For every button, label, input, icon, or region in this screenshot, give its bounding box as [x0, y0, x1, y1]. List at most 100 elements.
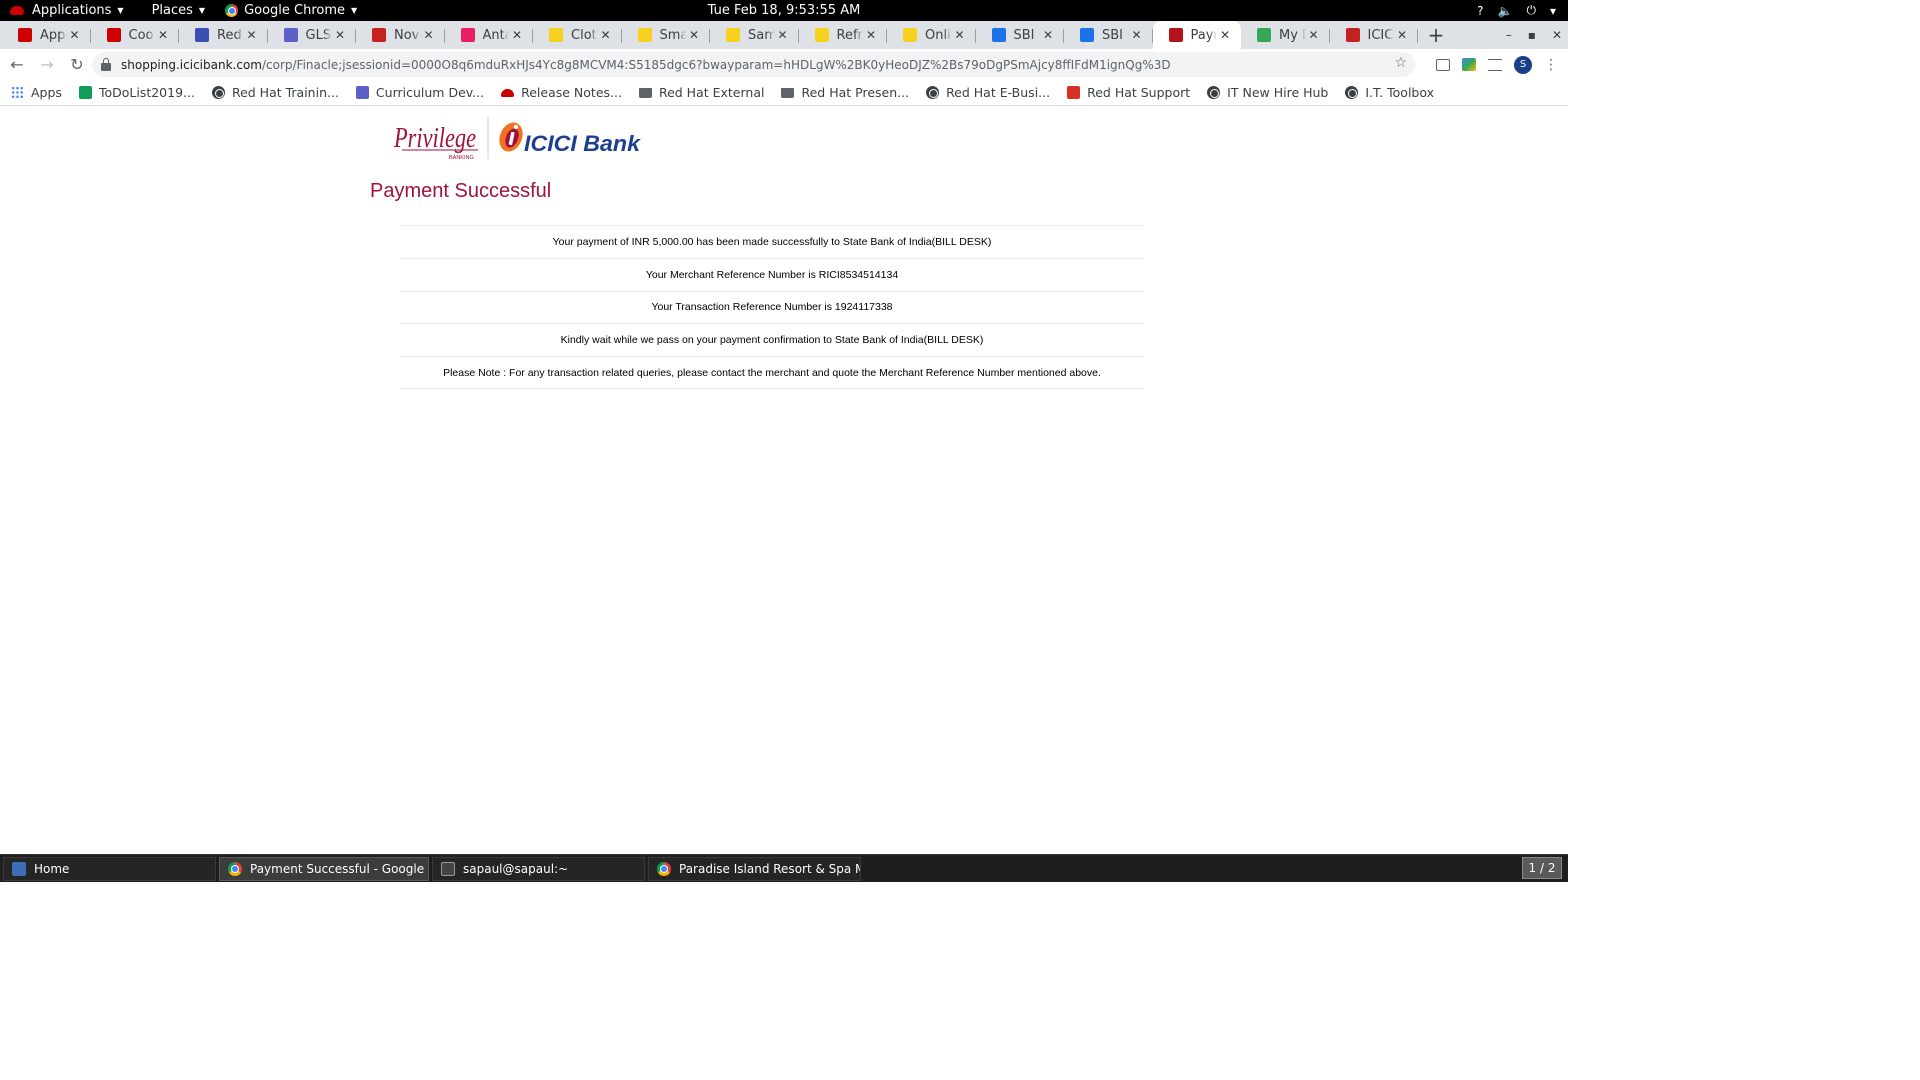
gmail-icon — [1345, 28, 1360, 42]
browser-tab[interactable]: Red Hat Calendar✕ — [179, 21, 268, 49]
tab-title: Antara — [482, 27, 510, 43]
browser-tab[interactable]: Novell✕ — [356, 21, 445, 49]
browser-tab[interactable]: Cool Stuff✕ — [91, 21, 179, 49]
tab-strip: Apps - Red Hat✕Cool Stuff✕Red Hat Calend… — [0, 21, 1568, 49]
close-tab-icon[interactable]: ✕ — [598, 28, 614, 42]
browser-app-menu[interactable]: Google Chrome ▼ — [219, 0, 363, 21]
globe-icon — [1207, 86, 1221, 99]
bookmark-label: Red Hat External — [658, 85, 765, 100]
close-tab-icon[interactable]: ✕ — [155, 28, 171, 42]
bookmark-item[interactable]: Red Hat E-Busi... — [926, 85, 1050, 100]
window-controls: – ▪ ✕ — [1506, 21, 1562, 49]
new-tab-button[interactable]: + — [1422, 21, 1450, 49]
close-tab-icon[interactable]: ✕ — [952, 28, 968, 42]
flipkart-icon — [726, 28, 740, 42]
redhat-icon — [106, 28, 121, 42]
message-row: Kindly wait while we pass on your paymen… — [400, 323, 1144, 356]
browser-tab[interactable]: SBI Card✕ — [1064, 21, 1153, 49]
power-icon[interactable]: ⏻ — [1526, 3, 1536, 18]
close-tab-icon[interactable]: ✕ — [421, 28, 437, 42]
gnome-top-bar: Applications ▼ Places ▼ Google Chrome ▼ … — [0, 0, 1568, 21]
browser-tab[interactable]: My Drive✕ — [1241, 21, 1330, 49]
page-title: Payment Successful — [370, 180, 552, 202]
globe-icon — [926, 86, 940, 99]
extension-icon[interactable] — [1436, 58, 1450, 71]
workspace-switcher[interactable]: 1 / 2 — [1522, 857, 1562, 879]
lock-icon[interactable] — [101, 57, 111, 71]
browser-tab[interactable]: SBI Credit✕ — [976, 21, 1064, 49]
calendar-icon — [195, 28, 209, 42]
photos-extension-icon[interactable] — [1462, 58, 1476, 71]
tab-title: Novell — [394, 27, 421, 43]
taskbar-window-label: Home — [34, 861, 70, 876]
applications-menu[interactable]: Applications ▼ — [4, 0, 130, 21]
bookmark-label: Red Hat Trainin... — [231, 85, 339, 100]
browser-tab[interactable]: ICICI Bank✕ — [1330, 21, 1418, 49]
volume-icon[interactable]: 🔈 — [1498, 4, 1513, 18]
profile-avatar[interactable]: S — [1514, 55, 1532, 74]
close-tab-icon[interactable]: ✕ — [332, 28, 348, 42]
forward-button[interactable]: → — [34, 52, 60, 78]
browser-tab[interactable]: GLS Wiki✕ — [268, 21, 356, 49]
globe-icon — [1345, 86, 1359, 99]
bookmark-item[interactable]: I.T. Toolbox — [1345, 85, 1434, 100]
close-tab-icon[interactable]: ✕ — [1129, 28, 1145, 42]
taskbar-window-button[interactable]: Paradise Island Resort & Spa Mald... — [648, 856, 861, 881]
places-menu-label: Places — [151, 3, 193, 18]
system-tray[interactable]: ? 🔈 ⏻ ▾ — [1477, 0, 1556, 21]
back-button[interactable]: ← — [4, 52, 30, 78]
taskbar-window-button[interactable]: Payment Successful - Google Chr... — [219, 856, 429, 881]
address-bar[interactable]: shopping.icicibank.com/corp/Finacle;jses… — [92, 52, 1415, 77]
browser-toolbar: ← → ↻ shopping.icicibank.com/corp/Finacl… — [0, 49, 1568, 80]
close-window-button[interactable]: ✕ — [1552, 28, 1562, 42]
minimize-button[interactable]: – — [1506, 28, 1512, 42]
browser-tab[interactable]: Online✕ — [887, 21, 976, 49]
browser-tab[interactable]: Smartwatch✕ — [622, 21, 710, 49]
chevron-down-icon: ▼ — [117, 6, 124, 15]
sbi-icon — [991, 28, 1006, 42]
bookmark-item[interactable]: Release Notes... — [501, 85, 622, 100]
bookmark-label: Curriculum Dev... — [375, 85, 485, 100]
sheet-icon — [78, 86, 92, 99]
menu-kebab-icon[interactable]: ⋮ — [1544, 57, 1558, 73]
help-icon[interactable]: ? — [1477, 4, 1483, 18]
bookmark-item[interactable]: IT New Hire Hub — [1207, 85, 1328, 100]
media-control-icon[interactable] — [1488, 58, 1502, 71]
browser-tab[interactable]: Antara✕ — [445, 21, 533, 49]
bookmark-item[interactable]: Red Hat Presen... — [781, 85, 909, 100]
bookmark-item[interactable]: Curriculum Dev... — [355, 85, 485, 100]
bank-logo: Privilege BANKING ICICI Bank — [393, 117, 642, 161]
browser-tab[interactable]: Refrigerator✕ — [799, 21, 887, 49]
bookmark-item[interactable]: Red Hat Trainin... — [211, 85, 339, 100]
close-tab-icon[interactable]: ✕ — [775, 28, 791, 42]
taskbar-window-button[interactable]: sapaul@sapaul:~ — [432, 856, 645, 881]
close-tab-icon[interactable]: ✕ — [1394, 28, 1410, 42]
close-tab-icon[interactable]: ✕ — [863, 28, 879, 42]
close-tab-icon[interactable]: ✕ — [1306, 28, 1322, 42]
places-menu[interactable]: Places ▼ — [146, 0, 212, 21]
reload-button[interactable]: ↻ — [64, 52, 90, 78]
bookmark-item[interactable]: Apps — [11, 85, 62, 100]
close-tab-icon[interactable]: ✕ — [1217, 28, 1233, 42]
close-tab-icon[interactable]: ✕ — [509, 28, 525, 42]
browser-tab[interactable]: Apps - Red Hat✕ — [2, 21, 91, 49]
tab-title: My Drive — [1279, 27, 1306, 43]
tab-title: Online — [925, 27, 952, 43]
tab-title: Clothes — [571, 27, 598, 43]
close-tab-icon[interactable]: ✕ — [686, 28, 702, 42]
bookmark-item[interactable]: Red Hat Support — [1067, 85, 1190, 100]
taskbar-window-button[interactable]: Home — [3, 856, 216, 881]
bookmark-star-icon[interactable]: ☆ — [1394, 55, 1407, 71]
bookmark-item[interactable]: ToDoList2019... — [78, 85, 195, 100]
system-menu-icon[interactable]: ▾ — [1550, 4, 1556, 18]
tab-title: SBI Credit — [1013, 27, 1041, 43]
close-tab-icon[interactable]: ✕ — [244, 28, 260, 42]
maximize-button[interactable]: ▪ — [1528, 28, 1536, 42]
close-tab-icon[interactable]: ✕ — [1040, 28, 1056, 42]
close-tab-icon[interactable]: ✕ — [67, 28, 83, 42]
browser-tab[interactable]: Samsung✕ — [710, 21, 799, 49]
bookmark-item[interactable]: Red Hat External — [638, 85, 765, 100]
browser-tab[interactable]: Clothes✕ — [533, 21, 622, 49]
icici-emblem-icon — [499, 122, 523, 152]
browser-tab[interactable]: Payment Successful✕ — [1152, 21, 1241, 49]
